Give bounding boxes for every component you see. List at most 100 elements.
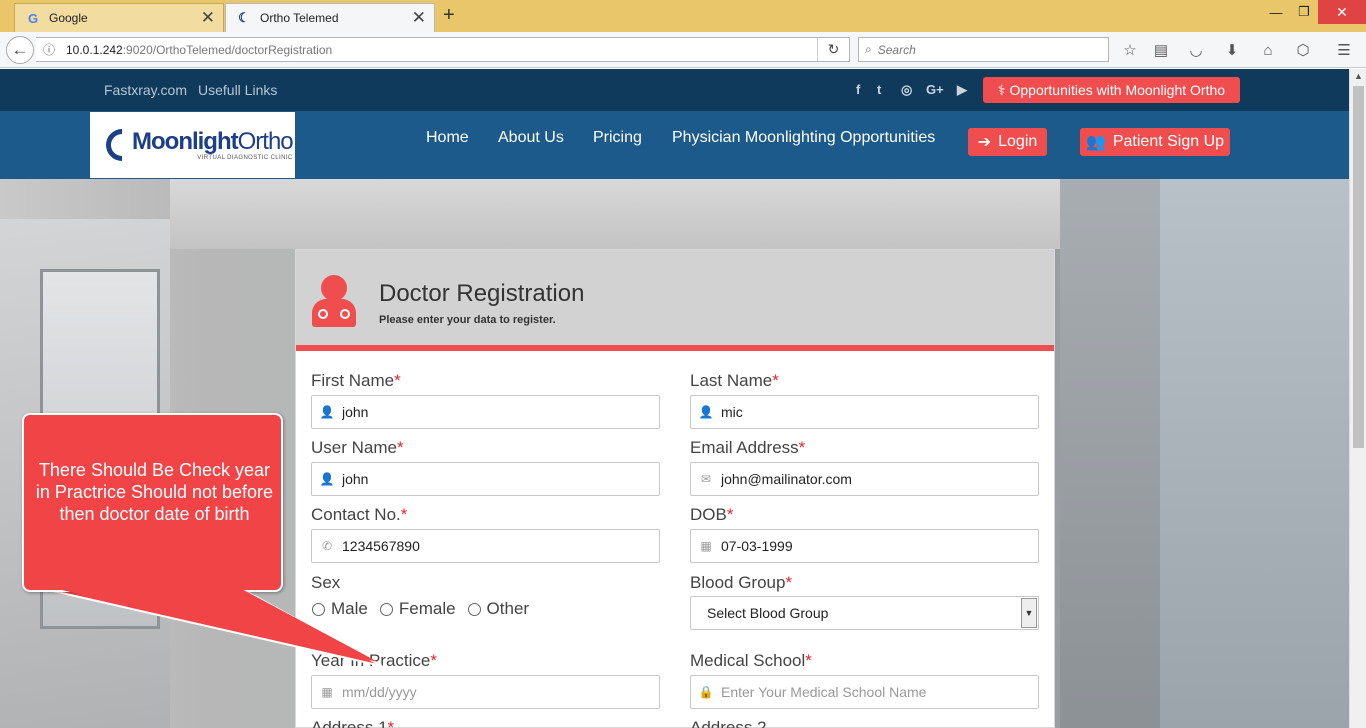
patient-signup-button[interactable]: 👥 Patient Sign Up bbox=[1080, 128, 1230, 156]
last-name-field[interactable]: 👤 bbox=[690, 395, 1039, 429]
medical-school-field[interactable]: 🔒 bbox=[690, 675, 1039, 709]
useful-links-link[interactable]: Usefull Links bbox=[198, 82, 277, 98]
first-name-field[interactable]: 👤 bbox=[311, 395, 660, 429]
medical-school-label: Medical School* bbox=[690, 651, 812, 670]
radio-circle-icon[interactable] bbox=[467, 602, 481, 616]
home-icon[interactable]: ⌂ bbox=[1257, 39, 1279, 61]
reload-icon[interactable]: ↻ bbox=[817, 38, 849, 61]
doctor-registration-card: Doctor Registration Please enter your da… bbox=[295, 249, 1055, 728]
fastxray-link[interactable]: Fastxray.com bbox=[104, 82, 187, 98]
logo-name-light: Ortho bbox=[237, 128, 294, 155]
email-field[interactable]: ✉ bbox=[690, 462, 1039, 496]
sex-other-radio[interactable]: Other bbox=[467, 599, 529, 619]
page-subtitle: Please enter your data to register. bbox=[379, 314, 556, 326]
medical-school-input[interactable] bbox=[721, 684, 1021, 700]
browser-tab-strip: G Google ✕ ☾ Ortho Telemed ✕ + — ❐ ✕ bbox=[0, 0, 1366, 32]
nav-pricing[interactable]: Pricing bbox=[593, 129, 642, 147]
doctor-icon bbox=[310, 275, 358, 327]
download-icon[interactable]: ⬇ bbox=[1221, 39, 1243, 61]
contact-label: Contact No.* bbox=[311, 505, 408, 524]
opportunities-label: Opportunities with Moonlight Ortho bbox=[1009, 82, 1226, 98]
last-name-label: Last Name* bbox=[690, 371, 779, 390]
annotation-text: There Should Be Check year in Practrice … bbox=[35, 460, 274, 524]
tab-title: Google bbox=[49, 11, 88, 25]
sign-in-icon: ➔ bbox=[977, 134, 992, 151]
instagram-icon[interactable]: ◎ bbox=[901, 82, 912, 98]
bookmark-star-icon[interactable]: ☆ bbox=[1119, 39, 1141, 61]
sex-male-radio[interactable]: Male bbox=[312, 599, 368, 619]
user-name-field[interactable]: 👤 bbox=[311, 462, 660, 496]
address2-label: Address 2 bbox=[690, 718, 767, 728]
lock-icon: 🔒 bbox=[698, 685, 714, 699]
year-in-practice-field[interactable]: ▦ bbox=[311, 675, 660, 709]
google-plus-icon[interactable]: G+ bbox=[926, 82, 944, 97]
user-icon: 👤 bbox=[698, 405, 714, 419]
blood-group-selected: Select Blood Group bbox=[707, 605, 829, 621]
youtube-icon[interactable]: ▶ bbox=[957, 82, 967, 98]
nav-physician-opportunities[interactable]: Physician Moonlighting Opportunities bbox=[672, 129, 935, 147]
info-icon[interactable]: ⓘ bbox=[38, 41, 60, 58]
google-g-icon: G bbox=[27, 10, 39, 26]
tab-ortho-telemed[interactable]: ☾ Ortho Telemed ✕ bbox=[225, 3, 435, 32]
user-md-icon: ⚕ bbox=[997, 81, 1006, 98]
tab-title: Ortho Telemed bbox=[260, 11, 339, 25]
new-tab-plus-icon[interactable]: + bbox=[443, 4, 455, 27]
user-name-input[interactable] bbox=[342, 471, 642, 487]
back-arrow-icon[interactable]: ← bbox=[6, 36, 34, 64]
search-box[interactable]: ⌕ bbox=[858, 37, 1109, 62]
email-input[interactable] bbox=[721, 471, 1021, 487]
url-text[interactable]: 10.0.1.242:9020/OrthoTelemed/doctorRegis… bbox=[66, 43, 332, 57]
chevron-down-icon[interactable]: ▼ bbox=[1021, 598, 1037, 628]
contact-input[interactable] bbox=[342, 538, 642, 554]
window-close-icon[interactable]: ✕ bbox=[1318, 0, 1366, 24]
blood-group-select[interactable]: Select Blood Group ▼ bbox=[690, 596, 1039, 630]
logo-tagline: VIRTUAL DIAGNOSTIC CLINIC bbox=[197, 155, 293, 161]
blood-group-label: Blood Group* bbox=[690, 573, 793, 592]
tab-google[interactable]: G Google ✕ bbox=[14, 3, 224, 32]
radio-circle-icon[interactable] bbox=[379, 602, 393, 616]
last-name-input[interactable] bbox=[721, 404, 1021, 420]
extension-icon[interactable]: ⬡ bbox=[1292, 39, 1314, 61]
dob-input[interactable] bbox=[721, 538, 1021, 554]
nav-home[interactable]: Home bbox=[426, 129, 469, 147]
address-bar[interactable]: ⓘ 10.0.1.242:9020/OrthoTelemed/doctorReg… bbox=[36, 37, 850, 62]
page-scrollbar[interactable]: ▲ bbox=[1349, 69, 1366, 728]
moonlight-ortho-logo[interactable]: MoonlightOrtho VIRTUAL DIAGNOSTIC CLINIC bbox=[90, 112, 295, 178]
dob-label: DOB* bbox=[690, 505, 734, 524]
users-icon: 👥 bbox=[1085, 134, 1106, 151]
opportunities-button[interactable]: ⚕ Opportunities with Moonlight Ortho bbox=[983, 77, 1240, 103]
user-icon: 👤 bbox=[319, 472, 335, 486]
first-name-label: First Name* bbox=[311, 371, 401, 390]
search-input[interactable] bbox=[877, 42, 1078, 57]
address1-label: Address 1* bbox=[311, 718, 395, 728]
sex-female-radio[interactable]: Female bbox=[379, 599, 456, 619]
signup-label: Patient Sign Up bbox=[1112, 133, 1225, 150]
radio-circle-icon[interactable] bbox=[312, 602, 325, 616]
contact-field[interactable]: ✆ bbox=[311, 529, 660, 563]
maximize-icon[interactable]: ❐ bbox=[1290, 0, 1318, 24]
user-name-label: User Name* bbox=[311, 438, 404, 457]
login-button[interactable]: ➔ Login bbox=[968, 128, 1047, 156]
minimize-icon[interactable]: — bbox=[1262, 0, 1290, 24]
sex-radio-group: Male Female Other bbox=[312, 599, 541, 619]
facebook-icon[interactable]: f bbox=[856, 82, 860, 97]
year-in-practice-input[interactable] bbox=[342, 684, 642, 700]
first-name-input[interactable] bbox=[342, 404, 642, 420]
sex-label: Sex bbox=[311, 573, 341, 592]
envelope-icon: ✉ bbox=[700, 472, 712, 486]
user-icon: 👤 bbox=[319, 405, 335, 419]
dob-field[interactable]: ▦ bbox=[690, 529, 1039, 563]
twitter-icon[interactable]: t bbox=[877, 82, 881, 97]
menu-hamburger-icon[interactable]: ☰ bbox=[1333, 39, 1355, 61]
login-label: Login bbox=[998, 133, 1038, 150]
close-icon[interactable]: ✕ bbox=[201, 9, 215, 26]
scroll-up-arrow-icon[interactable]: ▲ bbox=[1354, 71, 1363, 81]
pocket-icon[interactable]: ◡ bbox=[1185, 39, 1207, 61]
close-icon[interactable]: ✕ bbox=[412, 9, 426, 26]
reading-list-icon[interactable]: ▤ bbox=[1150, 39, 1172, 61]
browser-navigation-bar: ← ⓘ 10.0.1.242:9020/OrthoTelemed/doctorR… bbox=[0, 32, 1366, 68]
nav-about-us[interactable]: About Us bbox=[498, 129, 564, 147]
scrollbar-thumb[interactable] bbox=[1353, 86, 1364, 448]
annotation-callout: There Should Be Check year in Practrice … bbox=[22, 413, 283, 592]
site-top-bar: Fastxray.com Usefull Links f t ◎ G+ ▶ ⚕ … bbox=[0, 69, 1349, 111]
